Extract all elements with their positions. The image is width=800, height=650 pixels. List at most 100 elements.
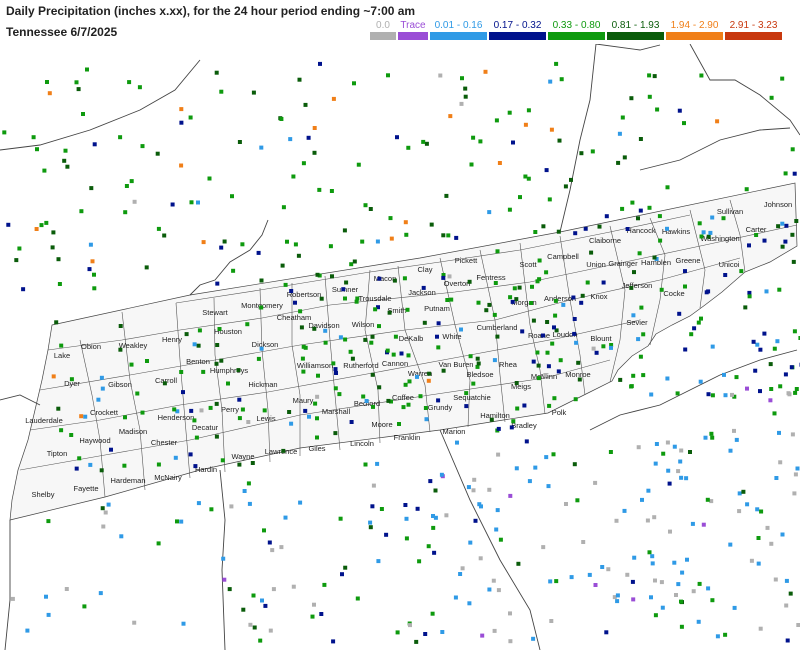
station-marker [544,455,549,460]
station-marker [675,391,680,396]
station-marker [665,376,670,381]
station-marker [98,591,103,596]
county-label: Franklin [394,433,421,442]
station-marker [260,598,264,603]
station-marker [652,515,657,520]
station-marker [21,287,26,292]
station-marker [737,491,742,496]
station-marker [271,587,276,592]
station-marker [509,425,514,430]
county-label: Perry [221,405,239,414]
station-marker [267,540,272,545]
station-marker [629,285,634,290]
station-marker [755,507,760,512]
station-marker [666,468,671,473]
station-marker [684,476,689,481]
station-marker [103,510,108,515]
county-label: DeKalb [399,334,424,343]
county-label: Chester [151,438,178,447]
station-marker [495,249,500,254]
station-marker [790,147,795,152]
station-marker [88,242,93,247]
station-marker [696,619,701,624]
station-marker [259,145,264,150]
station-marker [368,525,373,530]
station-marker [460,566,465,571]
station-marker [464,404,469,409]
station-marker [524,439,529,444]
station-marker [281,448,286,453]
county-label: Johnson [764,200,792,209]
station-marker [85,67,89,72]
station-marker [785,638,790,643]
county-label: Grainger [608,259,638,268]
station-marker [495,334,500,339]
county-label: Cocke [663,289,684,298]
station-marker [710,435,715,440]
station-marker [231,268,236,273]
station-marker [219,245,224,250]
legend-item-6: 1.94 - 2.90 [666,20,723,40]
station-marker [415,374,419,379]
county-label: Van Buren [439,360,474,369]
station-marker [788,591,793,596]
county-label: Madison [119,427,147,436]
station-marker [448,114,453,119]
station-marker [331,96,336,101]
station-marker [753,368,758,373]
station-marker [323,340,328,345]
station-marker [650,561,655,566]
station-marker [594,350,599,355]
county-label: Maury [293,396,314,405]
station-marker [649,392,654,397]
station-marker [209,507,214,512]
station-marker [312,126,317,130]
station-marker [431,514,435,518]
county-label: Lake [54,351,70,360]
station-marker [622,155,627,160]
station-marker [404,536,409,541]
station-marker [280,263,285,268]
station-marker [319,612,324,616]
station-marker [333,431,338,436]
station-marker [769,541,774,546]
county-label: Cannon [382,359,408,368]
station-marker [543,373,548,377]
station-marker [583,226,588,231]
station-marker [363,337,368,342]
station-marker [262,528,266,533]
station-marker [554,61,559,66]
station-marker [303,408,308,413]
county-label: Marion [443,427,466,436]
station-marker [334,371,338,375]
station-marker [6,222,11,227]
station-marker [118,324,123,328]
station-marker [508,493,513,498]
station-marker [196,343,201,348]
station-marker [795,466,800,471]
station-marker [620,115,625,120]
station-marker [433,488,438,493]
station-marker [622,508,627,513]
station-marker [129,179,134,184]
station-marker [769,387,774,391]
station-marker [10,596,15,601]
station-marker [678,459,683,464]
station-marker [615,593,620,598]
station-marker [537,258,542,263]
station-marker [188,452,193,457]
legend-swatch [666,32,723,40]
station-marker [333,386,338,391]
station-marker [793,390,798,395]
station-marker [145,359,149,363]
station-marker [721,216,726,221]
legend-label: 0.01 - 0.16 [434,20,483,31]
station-marker [510,299,515,304]
station-marker [14,258,19,263]
station-marker [587,572,592,577]
legend-swatch [607,32,664,40]
station-marker [790,232,795,237]
station-marker [744,187,749,192]
station-marker [692,326,697,331]
station-marker [140,144,145,149]
